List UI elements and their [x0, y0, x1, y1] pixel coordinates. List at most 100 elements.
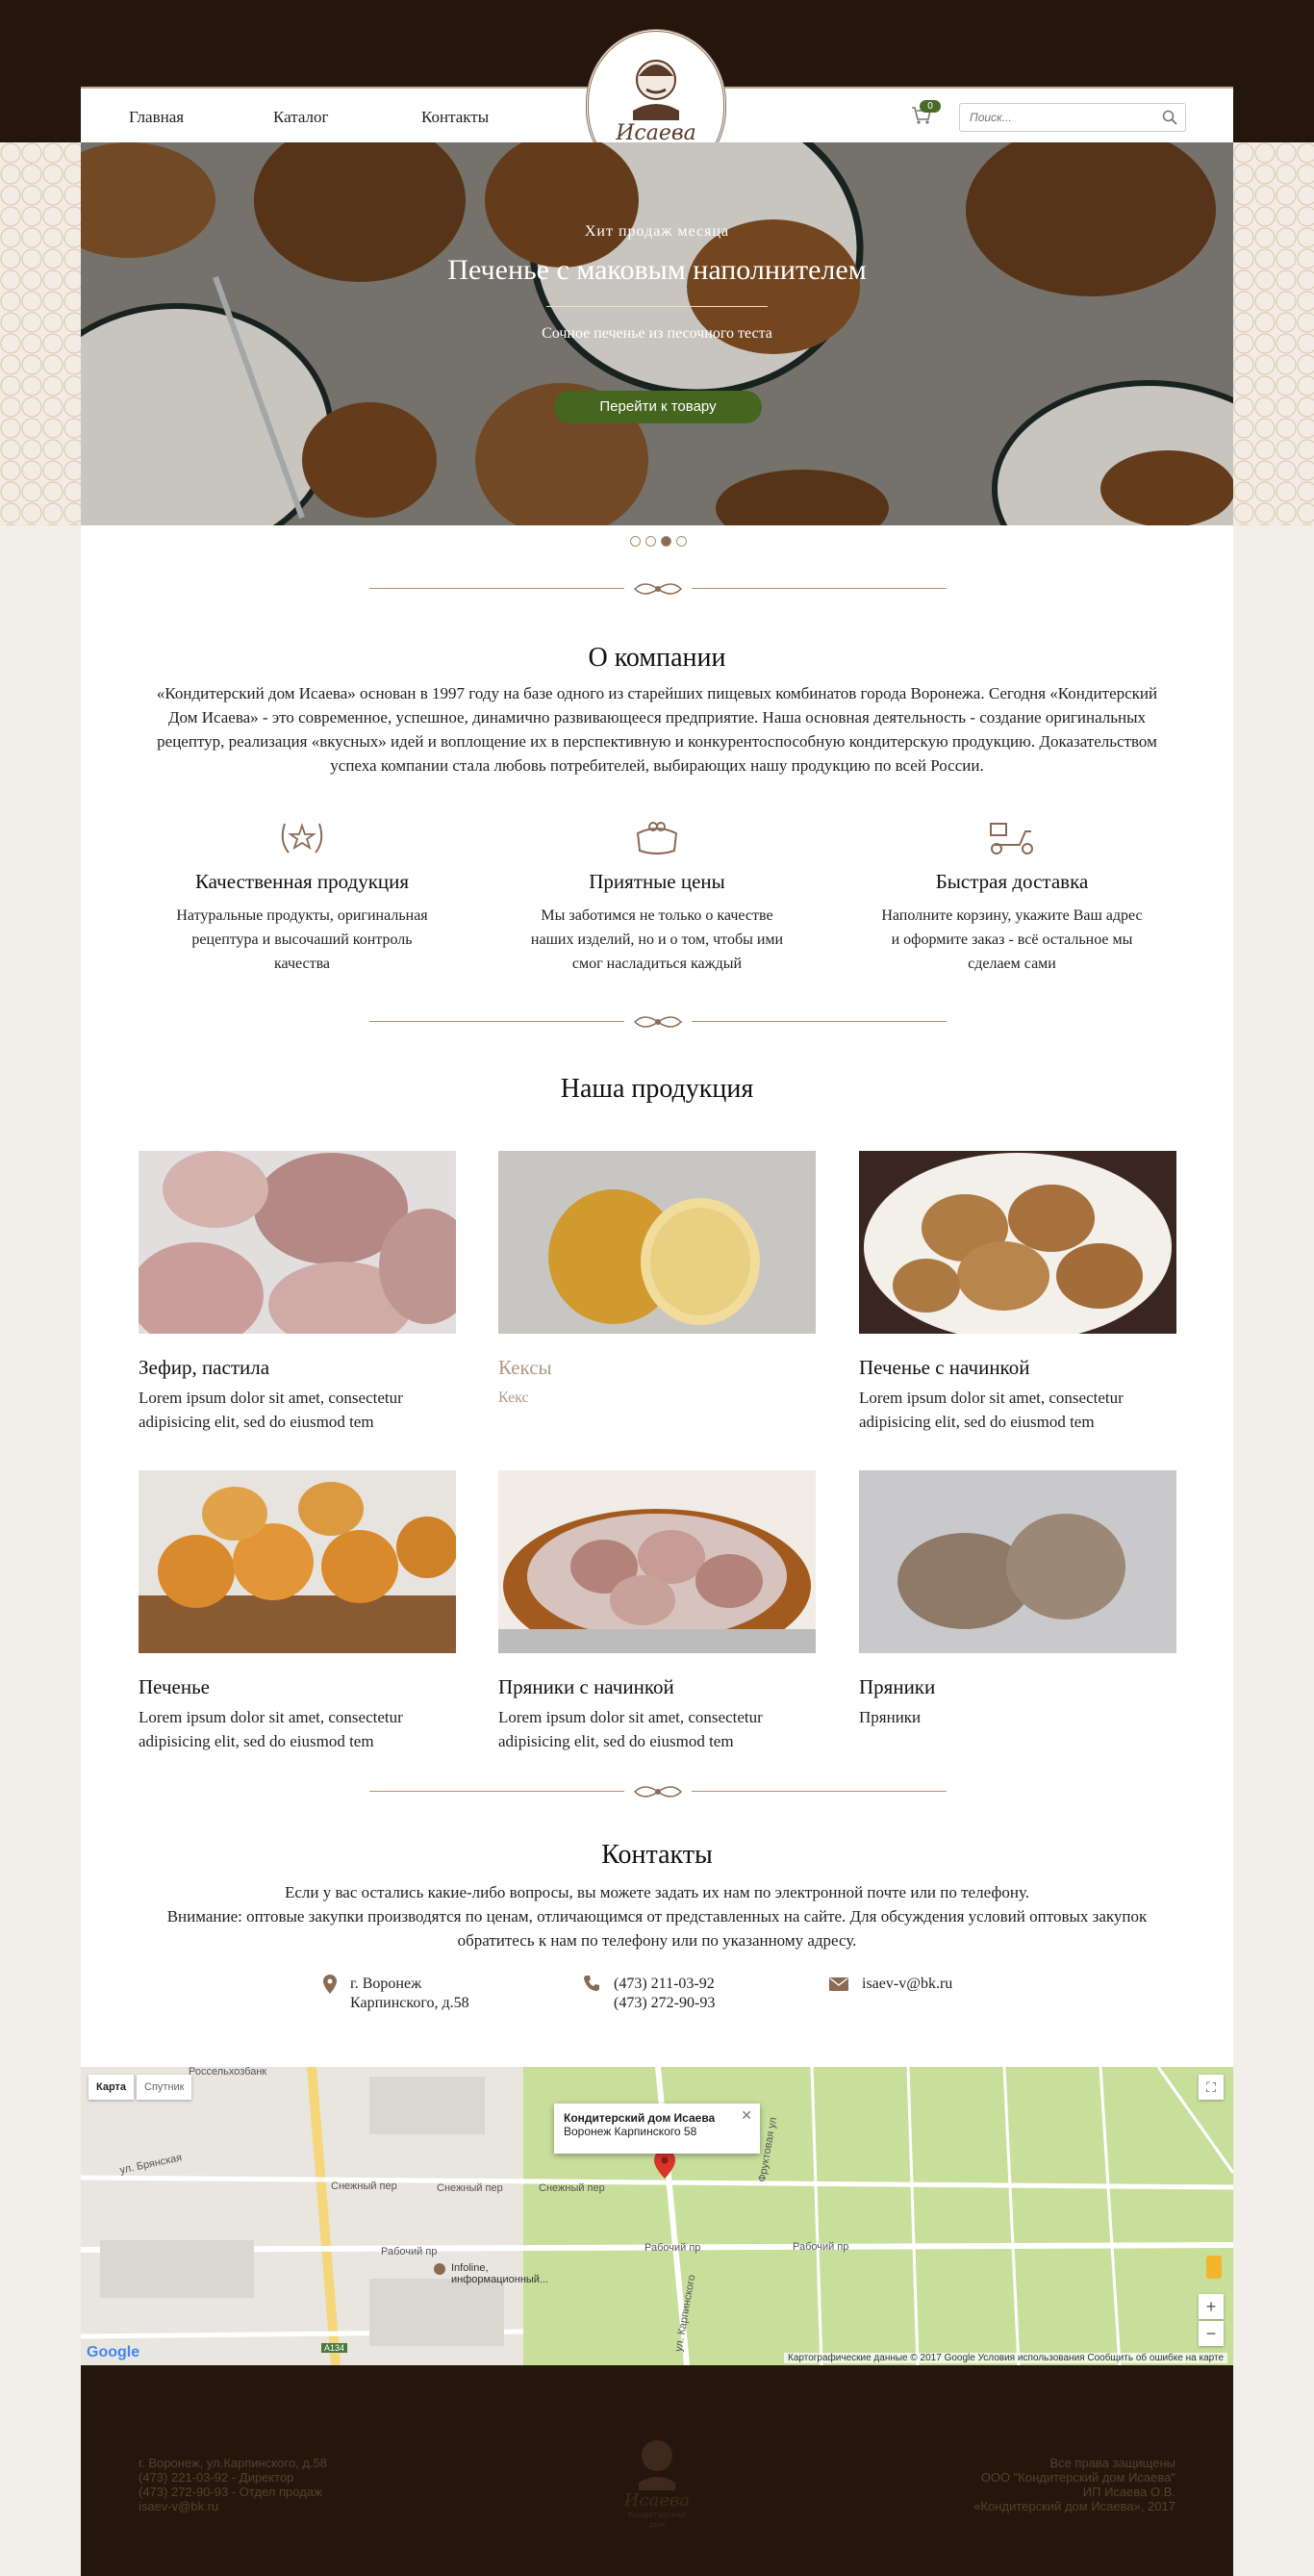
feature-prices: Приятные цены Мы заботимся не только о к… [498, 818, 816, 976]
nav-contacts-link[interactable]: Контакты [421, 108, 489, 127]
map-pin-icon [323, 1975, 337, 1994]
laurel-star-icon [281, 823, 323, 854]
contacts-title: Контакты [601, 1840, 713, 1870]
footer-year: «Кондитерский дом Исаева», 2017 [973, 2499, 1175, 2513]
map-info-popup: Кондитерский дом Исаева Воронеж Карпинск… [554, 2104, 760, 2154]
footer-phone-sales: (473) 272-90-93 - Отдел продаж [139, 2485, 322, 2499]
slider-dot-2[interactable] [645, 536, 656, 547]
hero-rule [546, 306, 768, 307]
map-type-map-tab[interactable]: Карта [88, 2075, 135, 2100]
feature-title: Качественная продукция [194, 870, 410, 893]
product-image[interactable] [498, 1151, 816, 1334]
slider-dots [630, 536, 687, 547]
map-label: Рабочий пр [644, 2242, 701, 2254]
phone-icon [584, 1976, 599, 1991]
product-image[interactable] [139, 1470, 458, 1653]
map-type-satellite-tab[interactable]: Спутник [137, 2075, 192, 2100]
search-box [959, 103, 1186, 132]
google-logo: Google [87, 2344, 140, 2360]
google-map[interactable]: Карта Спутник Кондитерский дом Исаева Во… [81, 2067, 1233, 2365]
feature-delivery: Быстрая доставка Наполните корзину, укаж… [853, 818, 1171, 976]
address-line2: Карпинского, д.58 [350, 1995, 469, 2011]
map-label: Рабочий пр [793, 2241, 849, 2253]
product-image[interactable] [859, 1151, 1176, 1341]
product-card[interactable]: Печенье с начинкой Lorem ipsum dolor sit… [859, 1151, 1176, 1434]
footer-rights: Все права защищены [1049, 2456, 1175, 2470]
ornament-divider [369, 1012, 947, 1032]
product-desc: Пряники [859, 1708, 922, 1726]
footer-logo-brand: Исаева [623, 2490, 690, 2511]
footer: г. Воронеж, ул.Карпинского, д.58 (473) 2… [81, 2365, 1233, 2576]
hero-title: Печенье с маковым наполнителем [447, 254, 867, 286]
feature-quality: Качественная продукция Натуральные проду… [143, 818, 461, 976]
map-marker-icon[interactable] [654, 2150, 675, 2179]
email-link[interactable]: isaev-v@bk.ru [862, 1975, 952, 1994]
product-card[interactable]: Зефир, пастила Lorem ipsum dolor sit ame… [129, 1151, 475, 1434]
footer-logo[interactable]: Исаева Кондитерский дом [608, 2423, 706, 2529]
product-desc: Lorem ipsum dolor sit amet, consectetur … [139, 1708, 403, 1750]
contacts-line1: Если у вас остались какие-либо вопросы, … [284, 1883, 1029, 1901]
ornament-divider [369, 579, 947, 599]
hero-subtitle: Сочное печенье из песочного теста [542, 325, 772, 342]
map-label: Рабочий пр [381, 2246, 438, 2257]
ornament-icon [633, 1016, 683, 1028]
product-card[interactable]: Кексы Кекс [498, 1151, 816, 1410]
map-poi-label[interactable]: Infoline, информационный... [451, 2262, 562, 2285]
product-card[interactable]: Пряники с начинкой Lorem ipsum dolor sit… [498, 1470, 816, 1753]
product-desc: Lorem ipsum dolor sit amet, consectetur … [859, 1389, 1124, 1431]
product-name[interactable]: Кексы [498, 1356, 816, 1380]
search-icon[interactable] [1162, 110, 1177, 125]
product-image[interactable] [129, 1151, 475, 1348]
product-name[interactable]: Пряники [859, 1675, 1176, 1699]
about-text: «Кондитерский дом Исаева» основан в 1997… [156, 684, 1158, 775]
zoom-in-button[interactable]: + [1199, 2294, 1224, 2319]
hero-slider: Хит продаж месяца Печенье с маковым напо… [81, 142, 1233, 525]
hero-kicker: Хит продаж месяца [584, 223, 730, 240]
scooter-icon [990, 823, 1033, 854]
product-name[interactable]: Пряники с начинкой [498, 1675, 816, 1699]
feature-text: Натуральные продукты, оригинальная рецеп… [176, 907, 428, 972]
popup-title: Кондитерский дом Исаева [564, 2111, 716, 2125]
search-input[interactable] [960, 104, 1143, 131]
contact-address: г. Воронеж Карпинского, д.58 [323, 1975, 469, 2013]
slider-dot-4[interactable] [676, 536, 687, 547]
footer-logo-line2: дом [649, 2520, 665, 2529]
address-line1: г. Воронеж [350, 1976, 422, 1992]
fullscreen-icon[interactable]: ⛶ [1199, 2075, 1224, 2100]
main-nav: Главная Каталог Контакты Исаева Кондитер… [81, 29, 1233, 183]
product-card[interactable]: Пряники Пряники [859, 1470, 1176, 1729]
product-name[interactable]: Печенье [139, 1675, 456, 1699]
nav-home-link[interactable]: Главная [129, 108, 184, 127]
map-label: Снежный пер [437, 2182, 503, 2194]
popup-address: Воронеж Карпинского 58 [564, 2125, 697, 2138]
product-name[interactable]: Зефир, пастила [139, 1356, 456, 1380]
product-desc: Lorem ipsum dolor sit amet, consectetur … [139, 1389, 403, 1431]
contacts-line2: Внимание: оптовые закупки производятся п… [166, 1907, 1148, 1950]
footer-ip: ИП Исаева О.В. [1082, 2485, 1175, 2499]
feature-title: Приятные цены [589, 870, 725, 893]
page-container: Главная Каталог Контакты Исаева Кондитер… [81, 29, 1233, 2576]
phone-1[interactable]: (473) 211-03-92 [614, 1975, 715, 1994]
product-desc: Кекс [498, 1390, 529, 1406]
pegman-icon[interactable] [1206, 2256, 1222, 2279]
about-title: О компании [588, 643, 726, 673]
footer-contacts: г. Воронеж, ул.Карпинского, д.58 (473) 2… [139, 2456, 327, 2513]
purse-icon [636, 822, 678, 854]
feature-text: Мы заботимся не только о качестве наших … [530, 907, 784, 972]
nav-catalog-link[interactable]: Каталог [273, 108, 329, 127]
product-image[interactable] [859, 1470, 1176, 1653]
map-attribution[interactable]: Картографические данные © 2017 Google Ус… [784, 2353, 1227, 2363]
cart-count-badge: 0 [920, 100, 941, 113]
product-image[interactable] [498, 1470, 816, 1663]
product-card[interactable]: Печенье Lorem ipsum dolor sit amet, cons… [139, 1470, 458, 1753]
zoom-out-button[interactable]: − [1199, 2321, 1224, 2346]
popup-close-icon[interactable]: ✕ [741, 2107, 752, 2124]
footer-copyright: Все права защищены ООО "Кондитерский дом… [973, 2456, 1175, 2513]
slider-dot-3[interactable] [661, 536, 671, 547]
slider-dot-1[interactable] [630, 536, 641, 547]
hero-cta-button[interactable]: Перейти к товару [554, 391, 762, 423]
footer-email[interactable]: isaev-v@bk.ru [139, 2499, 327, 2513]
feature-text: Наполните корзину, укажите Ваш адрес и о… [881, 907, 1143, 972]
product-name[interactable]: Печенье с начинкой [859, 1356, 1176, 1380]
phone-2[interactable]: (473) 272-90-93 [614, 1994, 715, 2013]
